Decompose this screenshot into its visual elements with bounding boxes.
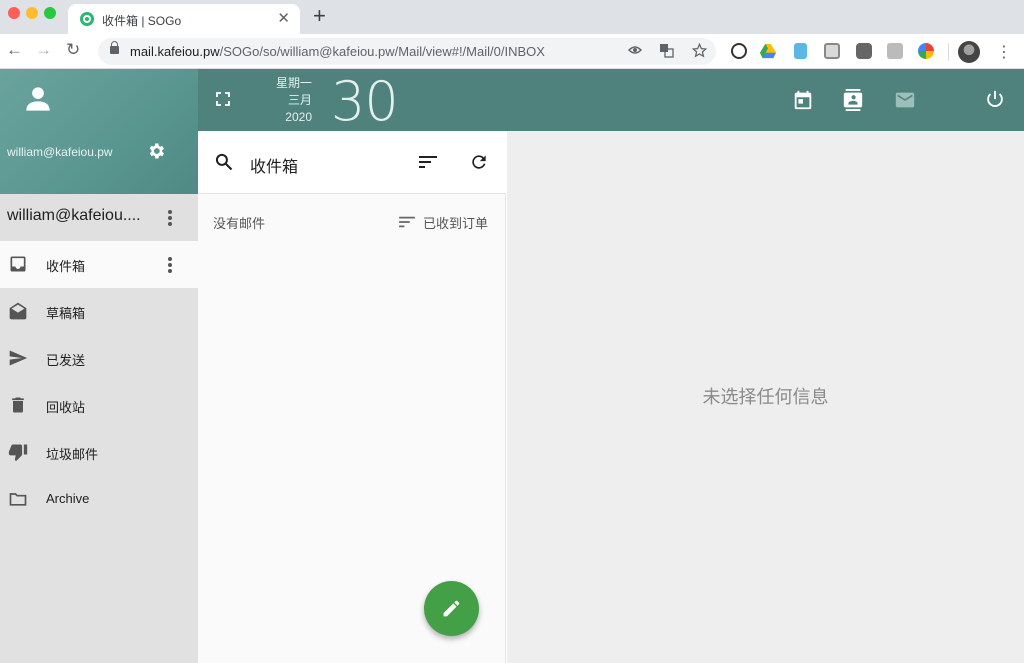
folder-label: 草稿箱 — [46, 306, 86, 321]
account-name: william@kafeiou.... — [7, 207, 141, 224]
no-mail-text: 没有邮件 — [213, 216, 266, 231]
folder-icon — [9, 493, 27, 506]
folder-trash[interactable]: 回收站 — [0, 382, 198, 429]
account-more-icon[interactable] — [168, 210, 172, 228]
sidebar: william@kafeiou.pw william@kafeiou.... 收… — [0, 69, 198, 663]
refresh-icon[interactable] — [469, 152, 489, 172]
weekday: 星期一 — [275, 76, 312, 90]
folder-drafts[interactable]: 草稿箱 — [0, 288, 198, 335]
fullscreen-icon[interactable] — [216, 92, 230, 106]
mail-icon[interactable] — [894, 89, 916, 111]
back-button[interactable]: ← — [6, 40, 23, 60]
user-email: william@kafeiou.pw — [7, 145, 113, 159]
folder-label: 垃圾邮件 — [46, 447, 99, 462]
contacts-icon[interactable] — [842, 89, 864, 111]
trash-icon — [12, 397, 24, 413]
browser-toolbar: ← → ↻ mail.kafeiou.pw/SOGo/so/william@ka… — [0, 34, 1024, 69]
date-text: 星期一 三月 2020 — [256, 75, 312, 126]
search-icon[interactable] — [214, 152, 234, 172]
sync-extension-icon[interactable] — [731, 43, 747, 59]
url-text[interactable]: mail.kafeiou.pw/SOGo/so/william@kafeiou.… — [130, 44, 545, 59]
chat-extension-icon[interactable] — [856, 43, 872, 59]
google-extension-icon[interactable] — [918, 43, 934, 59]
browser-tab[interactable]: 收件箱 | SOGo ✕ — [68, 4, 300, 34]
sogo-app: william@kafeiou.pw william@kafeiou.... 收… — [0, 69, 1024, 663]
folder-junk[interactable]: 垃圾邮件 — [0, 429, 198, 476]
year: 2020 — [285, 110, 312, 124]
folder-label: 已发送 — [46, 353, 86, 368]
day-number: 30 — [331, 70, 399, 133]
browser-menu-icon[interactable]: ⋮ — [996, 42, 1012, 62]
profile-extension-icon[interactable] — [887, 43, 903, 59]
compose-button[interactable] — [424, 581, 479, 636]
month: 三月 — [287, 93, 312, 107]
drive-extension-icon[interactable] — [760, 43, 776, 59]
screenshot-extension-icon[interactable] — [824, 43, 840, 59]
address-bar[interactable]: mail.kafeiou.pw/SOGo/so/william@kafeiou.… — [98, 38, 716, 65]
app-header: 星期一 三月 2020 30 — [198, 69, 1024, 131]
profile-avatar[interactable] — [958, 41, 980, 63]
tab-close-icon[interactable]: ✕ — [277, 9, 290, 27]
sort-icon[interactable] — [418, 154, 438, 170]
zoom-window-button[interactable] — [44, 7, 56, 19]
toolbar-separator — [948, 43, 949, 61]
sidebar-header: william@kafeiou.pw — [0, 69, 198, 194]
reload-button[interactable]: ↻ — [66, 40, 80, 60]
folder-more-icon[interactable] — [168, 257, 172, 275]
thumb-down-icon — [8, 444, 28, 462]
calendar-icon[interactable] — [792, 89, 814, 111]
browser-tab-bar: 收件箱 | SOGo ✕ + — [0, 0, 1024, 34]
power-icon[interactable] — [984, 89, 1006, 111]
drafts-icon — [9, 302, 27, 320]
new-tab-button[interactable]: + — [313, 3, 326, 29]
lock-icon — [110, 41, 119, 54]
folder-archive[interactable]: Archive — [0, 476, 198, 523]
close-window-button[interactable] — [8, 7, 20, 19]
sogo-favicon-icon — [80, 12, 94, 26]
notebook-extension-icon[interactable] — [794, 43, 807, 59]
eye-icon[interactable] — [628, 43, 642, 57]
sort-order-icon[interactable] — [398, 215, 416, 229]
send-icon — [9, 350, 28, 366]
folder-label: 回收站 — [46, 400, 86, 415]
list-toolbar: 收件箱 — [198, 131, 506, 194]
translate-icon[interactable] — [659, 43, 674, 58]
pencil-icon — [443, 600, 460, 617]
folder-inbox[interactable]: 收件箱 — [0, 241, 198, 288]
folder-label: 收件箱 — [46, 259, 86, 274]
list-title: 收件箱 — [250, 159, 299, 176]
message-detail-pane: 未选择任何信息 — [507, 131, 1024, 663]
folder-label: Archive — [46, 491, 90, 506]
user-icon[interactable] — [24, 85, 52, 113]
tab-title: 收件箱 | SOGo — [102, 14, 182, 28]
folder-sent[interactable]: 已发送 — [0, 335, 198, 382]
forward-button[interactable]: → — [35, 40, 52, 60]
sort-order-label[interactable]: 已收到订单 — [423, 213, 488, 232]
account-row[interactable]: william@kafeiou.... — [0, 194, 198, 241]
gear-icon[interactable] — [146, 141, 166, 161]
message-list-pane: 收件箱 没有邮件 已收到订单 — [198, 131, 506, 663]
bookmark-star-icon[interactable] — [692, 43, 707, 58]
inbox-icon — [10, 256, 26, 272]
empty-message: 未选择任何信息 — [702, 387, 829, 407]
minimize-window-button[interactable] — [26, 7, 38, 19]
